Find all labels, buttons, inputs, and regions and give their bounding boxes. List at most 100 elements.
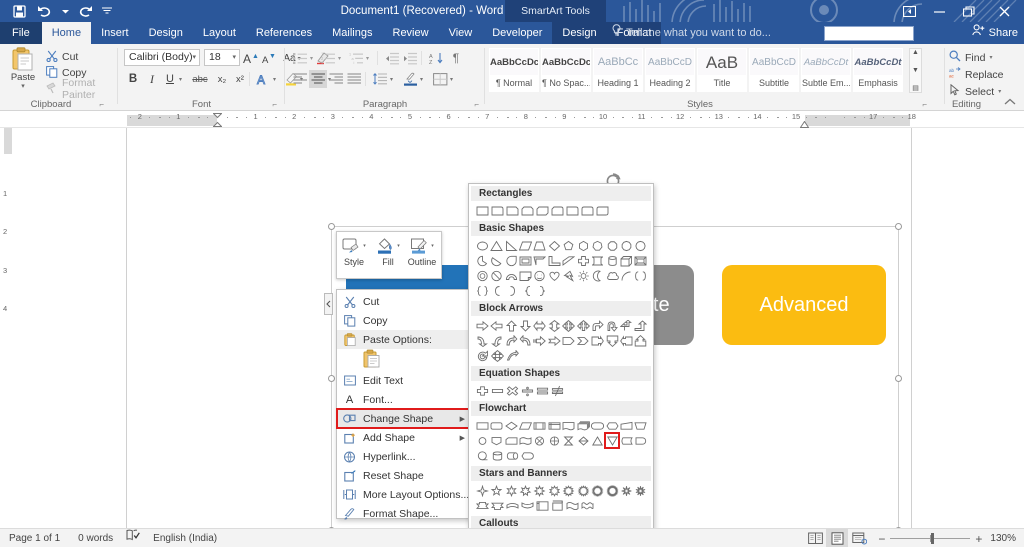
align-center-icon[interactable]: [309, 70, 327, 88]
shape-parallelogram[interactable]: [518, 238, 532, 253]
font-size-combo[interactable]: 18 ▾: [204, 49, 240, 66]
shape-fc-summing-junction[interactable]: [533, 433, 547, 448]
shape-star-7[interactable]: [518, 483, 532, 498]
shape-fc-offpage[interactable]: [489, 433, 503, 448]
undo-dropdown-icon[interactable]: [58, 1, 72, 21]
shape-sun[interactable]: [576, 268, 590, 283]
shape-fc-manual-input[interactable]: [619, 418, 633, 433]
style-emphasis[interactable]: AaBbCcDt Emphasis: [853, 48, 903, 92]
shape-quad-arrow-callout[interactable]: [490, 348, 505, 363]
share-button[interactable]: Share: [971, 22, 1018, 44]
collapse-ribbon-icon[interactable]: [1004, 98, 1016, 108]
shape-fc-multidocument[interactable]: [576, 418, 590, 433]
shape-wave[interactable]: [565, 498, 580, 513]
shape-dodecagon[interactable]: [634, 238, 648, 253]
tab-file[interactable]: File: [0, 22, 42, 44]
language-indicator[interactable]: English (India): [144, 529, 226, 547]
style-subtitle[interactable]: AaBbCcD Subtitle: [749, 48, 799, 92]
context-menu-item-change-shape[interactable]: Change Shape ▶: [336, 408, 472, 429]
shape-fc-document[interactable]: [562, 418, 576, 433]
word-count[interactable]: 0 words: [69, 529, 122, 547]
shape-plaque[interactable]: [590, 253, 604, 268]
tell-me-box[interactable]: Tell me what you want to do...: [612, 22, 771, 44]
shape-brace-pair[interactable]: [475, 283, 490, 298]
multilevel-dropdown-icon[interactable]: ▾: [363, 49, 372, 67]
shape-star-5[interactable]: [489, 483, 503, 498]
shape-ribbon-up[interactable]: [475, 498, 490, 513]
shape-multiply[interactable]: [505, 383, 520, 398]
styles-gallery-scroll[interactable]: ▲ ▼ ▤: [909, 48, 922, 93]
paragraph-dialog-launcher[interactable]: ⌐: [474, 100, 479, 109]
shape-fc-preparation[interactable]: [605, 418, 619, 433]
zoom-slider-thumb[interactable]: [931, 533, 935, 544]
zoom-level-label[interactable]: 130%: [987, 533, 1016, 544]
shape-curved-left[interactable]: [489, 333, 503, 348]
shape-pentagon[interactable]: [562, 238, 576, 253]
shape-rect-round-one[interactable]: [565, 203, 580, 218]
smartart-node-advanced[interactable]: Advanced: [722, 265, 886, 345]
tab-home[interactable]: Home: [41, 22, 92, 44]
shape-horizontal-scroll[interactable]: [550, 498, 565, 513]
zoom-out-button[interactable]: −: [878, 532, 885, 546]
shape-rect-snip-same-side[interactable]: [520, 203, 535, 218]
shape-swoosh-arrow[interactable]: [505, 348, 520, 363]
shape-block-arc[interactable]: [504, 268, 518, 283]
shape-smiley[interactable]: [533, 268, 547, 283]
shape-plus[interactable]: [475, 383, 490, 398]
shape-curved-ribbon-up[interactable]: [505, 498, 520, 513]
redo-icon[interactable]: [75, 1, 97, 21]
chevron-down-icon[interactable]: ▾: [192, 50, 196, 66]
ribbon-tabs[interactable]: File Home Insert Design Layout Reference…: [0, 22, 662, 44]
shape-octagon[interactable]: [605, 238, 619, 253]
shape-arc[interactable]: [619, 268, 633, 283]
close-icon[interactable]: [984, 0, 1024, 22]
horizontal-ruler[interactable]: 2 1 1 2 3 4 5 6 7 8 9 10 11 12 13 14 15 17 18: [0, 112, 1024, 128]
tab-view[interactable]: View: [439, 22, 483, 44]
resize-handle-e[interactable]: [895, 375, 902, 382]
replace-button[interactable]: ab ac Replace: [949, 66, 1004, 83]
shape-star-16[interactable]: [576, 483, 590, 498]
shape-fc-decision[interactable]: [504, 418, 518, 433]
tab-developer[interactable]: Developer: [482, 22, 552, 44]
save-icon[interactable]: [8, 1, 30, 21]
shape-left-up-arrow[interactable]: [619, 318, 633, 333]
shape-l-shape[interactable]: [547, 253, 561, 268]
find-dropdown-icon[interactable]: ▾: [989, 54, 992, 61]
shape-fc-alt-process[interactable]: [489, 418, 503, 433]
bullet-dropdown-icon[interactable]: ▾: [307, 49, 316, 67]
shape-fc-terminator[interactable]: [590, 418, 605, 433]
superscript-button[interactable]: x²: [231, 70, 249, 88]
print-layout-icon[interactable]: [826, 529, 849, 547]
shape-moon[interactable]: [590, 268, 604, 283]
zoom-in-button[interactable]: +: [975, 532, 982, 546]
shape-curved-ribbon-down[interactable]: [520, 498, 535, 513]
sort-icon[interactable]: AZ: [427, 49, 445, 67]
shape-explosion-1[interactable]: [619, 483, 633, 498]
shrink-font-icon[interactable]: A ▼: [260, 49, 278, 67]
shape-bent-up-arrow[interactable]: [634, 318, 648, 333]
shape-right-brace[interactable]: [535, 283, 550, 298]
shape-heptagon[interactable]: [590, 238, 604, 253]
shape-right-bracket[interactable]: [505, 283, 520, 298]
shape-star-4[interactable]: [475, 483, 489, 498]
context-menu-item-add-shape[interactable]: Add Shape ▶: [337, 428, 471, 447]
shape-left-brace[interactable]: [520, 283, 535, 298]
shape-down-arrow-callout[interactable]: [605, 333, 619, 348]
shape-fc-magnetic-disk[interactable]: [490, 448, 505, 463]
context-menu-item-reset-shape[interactable]: Reset Shape: [337, 466, 471, 485]
proofing-icon[interactable]: [122, 529, 144, 547]
shape-no-symbol[interactable]: [489, 268, 503, 283]
tab-insert[interactable]: Insert: [91, 22, 139, 44]
customize-qat-icon[interactable]: [100, 1, 114, 21]
mini-style-button[interactable]: ▾ Style: [337, 236, 371, 268]
cut-button[interactable]: Cut: [44, 49, 116, 65]
shape-fc-display[interactable]: [520, 448, 535, 463]
underline-dropdown-icon[interactable]: ▾: [176, 70, 185, 88]
shape-not-equal[interactable]: [550, 383, 565, 398]
subscript-button[interactable]: x₂: [213, 70, 231, 88]
shape-fc-delay[interactable]: [634, 433, 648, 448]
scroll-up-icon[interactable]: ▲: [912, 49, 919, 56]
shape-cross[interactable]: [576, 253, 590, 268]
decrease-indent-icon[interactable]: [383, 49, 401, 67]
borders-dropdown-icon[interactable]: ▾: [447, 70, 456, 88]
